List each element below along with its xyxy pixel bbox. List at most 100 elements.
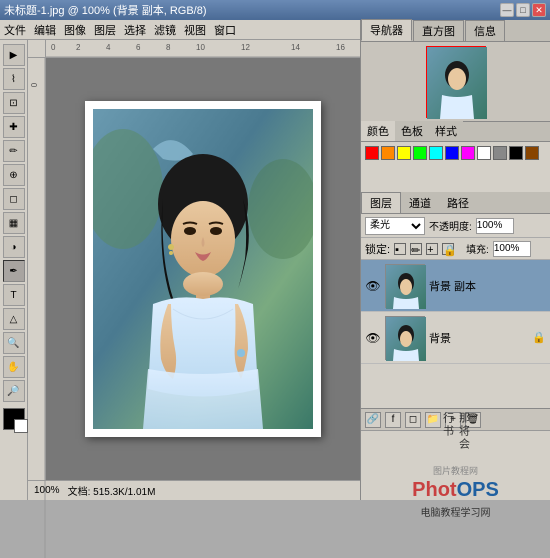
lock-position[interactable]: + xyxy=(426,243,438,255)
layer-thumbnail-bg-copy xyxy=(385,264,425,308)
tool-crop[interactable]: ⊡ xyxy=(3,92,25,114)
navigator-preview xyxy=(361,42,550,122)
svg-text:4: 4 xyxy=(106,43,111,52)
swatch-yellow[interactable] xyxy=(397,146,411,160)
swatch-cyan[interactable] xyxy=(429,146,443,160)
add-style-btn[interactable]: f xyxy=(385,412,401,428)
layer-lock-icon-bg: 🔒 xyxy=(532,331,546,344)
tool-shape[interactable]: △ xyxy=(3,308,25,330)
menu-filter[interactable]: 滤镜 xyxy=(154,22,176,38)
lock-fill-row: 锁定: ▪ ✏ + 🔒 填充: xyxy=(361,238,550,260)
menu-view[interactable]: 视图 xyxy=(184,22,206,38)
tool-gradient[interactable]: ▦ xyxy=(3,212,25,234)
svg-text:10: 10 xyxy=(196,43,205,52)
menu-window[interactable]: 窗口 xyxy=(214,22,236,38)
color-tabs: 颜色 色板 样式 xyxy=(361,122,550,142)
tool-eyedrop[interactable]: 🔍 xyxy=(3,332,25,354)
close-button[interactable]: ✕ xyxy=(532,3,546,17)
blend-mode-select[interactable]: 柔光 正常 叠加 滤色 xyxy=(365,217,425,235)
tab-channels[interactable]: 通道 xyxy=(401,193,439,213)
link-layers-btn[interactable]: 🔗 xyxy=(365,412,381,428)
canvas-section: ▶ ⌇ ⊡ ✚ ✏ ⊕ ◻ ▦ ◑ ✒ T △ 🔍 ✋ 🔎 xyxy=(0,40,360,500)
lock-all[interactable]: 🔒 xyxy=(442,243,454,255)
swatch-blue[interactable] xyxy=(445,146,459,160)
layer-visibility-bg-copy[interactable]: 👁 xyxy=(365,278,381,294)
swatch-black[interactable] xyxy=(509,146,523,160)
menu-edit[interactable]: 编辑 xyxy=(34,22,56,38)
svg-text:14: 14 xyxy=(291,43,300,52)
add-mask-btn[interactable]: ◻ xyxy=(405,412,421,428)
swatch-gray[interactable] xyxy=(493,146,507,160)
lock-image[interactable]: ✏ xyxy=(410,243,422,255)
swatch-white[interactable] xyxy=(477,146,491,160)
calligraphy-decoration: 那将会行书 xyxy=(440,412,472,462)
site-label-top: 图片教程网 xyxy=(433,464,478,477)
toolbox: ▶ ⌇ ⊡ ✚ ✏ ⊕ ◻ ▦ ◑ ✒ T △ 🔍 ✋ 🔎 xyxy=(0,40,28,500)
minimize-button[interactable]: — xyxy=(500,3,514,17)
layers-list: 👁 背景 副本 👁 xyxy=(361,260,550,408)
canvas-workspace[interactable] xyxy=(46,58,360,480)
tab-info[interactable]: 信息 xyxy=(465,20,505,41)
tab-layers[interactable]: 图层 xyxy=(361,192,401,213)
ruler-corner xyxy=(28,40,46,58)
color-swatches xyxy=(361,142,550,192)
tool-stamp[interactable]: ⊕ xyxy=(3,164,25,186)
tool-pen[interactable]: ✒ xyxy=(3,260,25,282)
lock-transparent[interactable]: ▪ xyxy=(394,243,406,255)
tab-navigator[interactable]: 导航器 xyxy=(361,19,412,41)
menu-layer[interactable]: 图层 xyxy=(94,22,116,38)
fill-input[interactable] xyxy=(493,241,531,257)
photo-frame xyxy=(85,101,321,437)
tab-styles[interactable]: 样式 xyxy=(429,121,463,141)
main-layout: 文件 编辑 图像 图层 选择 滤镜 视图 窗口 ▶ ⌇ ⊡ ✚ ✏ ⊕ ◻ ▦ … xyxy=(0,20,550,500)
tab-swatches[interactable]: 色板 xyxy=(395,121,429,141)
tool-lasso[interactable]: ⌇ xyxy=(3,68,25,90)
svg-text:0: 0 xyxy=(30,82,39,87)
tool-hand[interactable]: ✋ xyxy=(3,356,25,378)
maximize-button[interactable]: □ xyxy=(516,3,530,17)
menu-bar: 文件 编辑 图像 图层 选择 滤镜 视图 窗口 xyxy=(0,20,360,40)
calligraphy-text: 那将会行书 xyxy=(440,412,472,462)
svg-text:0: 0 xyxy=(51,43,56,52)
menu-file[interactable]: 文件 xyxy=(4,22,26,38)
tool-brush[interactable]: ✏ xyxy=(3,140,25,162)
swatch-orange[interactable] xyxy=(381,146,395,160)
tool-heal[interactable]: ✚ xyxy=(3,116,25,138)
tab-color[interactable]: 颜色 xyxy=(361,121,395,141)
foreground-color[interactable] xyxy=(3,408,25,430)
swatch-red[interactable] xyxy=(365,146,379,160)
canvas-main-row: 0 xyxy=(28,58,360,480)
svg-text:8: 8 xyxy=(166,43,171,52)
background-color[interactable] xyxy=(14,419,28,433)
tab-histogram[interactable]: 直方图 xyxy=(413,20,464,41)
tool-text[interactable]: T xyxy=(3,284,25,306)
layer-thumbnail-bg xyxy=(385,316,425,360)
tool-select[interactable]: ▶ xyxy=(3,44,25,66)
navigator-thumbnail xyxy=(426,46,486,118)
swatch-magenta[interactable] xyxy=(461,146,475,160)
svg-text:2: 2 xyxy=(76,43,81,52)
layer-name-bg: 背景 xyxy=(429,330,451,346)
logo-ops: OPS xyxy=(457,479,499,501)
logo-container: PhotOPS xyxy=(412,479,499,502)
layer-item-bg[interactable]: 👁 背景 🔒 xyxy=(361,312,550,364)
opacity-input[interactable] xyxy=(476,218,514,234)
layer-item-bg-copy[interactable]: 👁 背景 副本 xyxy=(361,260,550,312)
ruler-vertical: 0 xyxy=(28,58,46,480)
menu-image[interactable]: 图像 xyxy=(64,22,86,38)
swatch-brown[interactable] xyxy=(525,146,539,160)
tool-dodge[interactable]: ◑ xyxy=(3,236,25,258)
doc-info: 文档: 515.3K/1.01M xyxy=(68,483,156,498)
tool-zoom[interactable]: 🔎 xyxy=(3,380,25,402)
navigator-tabs: 导航器 直方图 信息 xyxy=(361,20,550,42)
tab-paths[interactable]: 路径 xyxy=(439,193,477,213)
ruler-row-top: 0 2 4 6 8 10 12 14 16 xyxy=(28,40,360,58)
left-panel: 文件 编辑 图像 图层 选择 滤镜 视图 窗口 ▶ ⌇ ⊡ ✚ ✏ ⊕ ◻ ▦ … xyxy=(0,20,360,500)
menu-select[interactable]: 选择 xyxy=(124,22,146,38)
swatch-green[interactable] xyxy=(413,146,427,160)
layer-visibility-bg[interactable]: 👁 xyxy=(365,330,381,346)
fill-label: 填充: xyxy=(466,241,489,256)
tool-eraser[interactable]: ◻ xyxy=(3,188,25,210)
svg-text:12: 12 xyxy=(241,43,250,52)
ruler-horizontal: 0 2 4 6 8 10 12 14 16 xyxy=(46,40,360,58)
